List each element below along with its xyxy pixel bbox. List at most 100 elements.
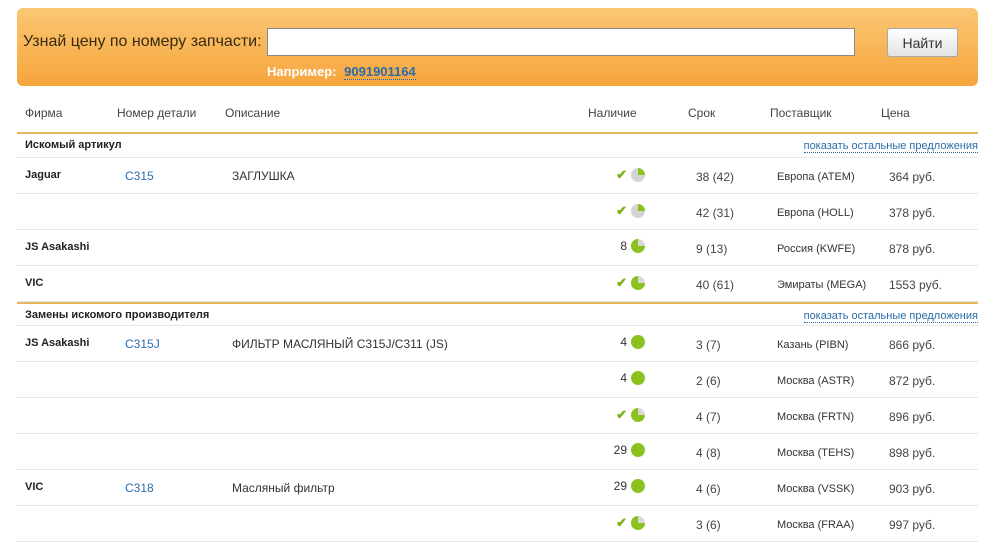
check-icon: ✔ bbox=[616, 167, 627, 182]
supplier: Москва (VSSK) bbox=[777, 483, 855, 495]
header-firm[interactable]: Фирма bbox=[25, 106, 62, 120]
header-term[interactable]: Срок bbox=[688, 106, 715, 120]
stock-pie-icon bbox=[631, 408, 645, 422]
part-number-link[interactable]: C315 bbox=[125, 169, 154, 183]
header-description[interactable]: Описание bbox=[225, 106, 280, 120]
header-availability[interactable]: Наличие bbox=[588, 106, 637, 120]
stock-pie-icon bbox=[631, 204, 645, 218]
supplier: Москва (TEHS) bbox=[777, 447, 855, 459]
part-description: Масляный фильтр bbox=[232, 481, 335, 495]
stock-count: 4 bbox=[620, 335, 627, 349]
supplier: Европа (ATEM) bbox=[777, 171, 855, 183]
availability: 29 bbox=[614, 443, 645, 457]
stock-pie-icon bbox=[631, 239, 645, 253]
table-row[interactable]: Jaguar C315 ЗАГЛУШКА ✔ 38 (42) Европа (ATEM) 3… bbox=[17, 158, 978, 194]
supplier: Москва (FRTN) bbox=[777, 411, 855, 423]
price: 1553 руб. bbox=[889, 278, 942, 292]
stock-pie-icon bbox=[631, 371, 645, 385]
check-icon: ✔ bbox=[616, 407, 627, 422]
search-button[interactable]: Найти bbox=[887, 28, 958, 57]
stock-pie-icon bbox=[631, 276, 645, 290]
delivery-term: 4 (7) bbox=[696, 410, 721, 424]
table-row[interactable]: JS Asakashi 8 9 (13) Россия (KWFE) 878 руб. bbox=[17, 230, 978, 266]
availability: 4 bbox=[620, 371, 645, 385]
supplier: Европа (HOLL) bbox=[777, 207, 854, 219]
supplier: Россия (KWFE) bbox=[777, 243, 856, 255]
availability: 8 bbox=[620, 239, 645, 253]
table-body: Искомый артикул показать остальные предло… bbox=[17, 134, 978, 542]
price: 378 руб. bbox=[889, 206, 936, 220]
price: 866 руб. bbox=[889, 338, 936, 352]
supplier: Казань (PIBN) bbox=[777, 339, 849, 351]
header-number[interactable]: Номер детали bbox=[117, 106, 196, 120]
delivery-term: 9 (13) bbox=[696, 242, 728, 256]
table-row[interactable]: ✔ 42 (31) Европа (HOLL) 378 руб. bbox=[17, 194, 978, 230]
stock-count: 29 bbox=[613, 479, 627, 493]
supplier: Эмираты (MEGA) bbox=[777, 279, 867, 291]
check-icon: ✔ bbox=[616, 203, 627, 218]
price: 364 руб. bbox=[889, 170, 936, 184]
results-table: Фирма Номер детали Описание Наличие Срок… bbox=[17, 96, 978, 542]
table-row[interactable]: 29 4 (8) Москва (TEHS) 898 руб. bbox=[17, 434, 978, 470]
availability: ✔ bbox=[616, 275, 645, 291]
delivery-term: 42 (31) bbox=[696, 206, 735, 220]
table-header: Фирма Номер детали Описание Наличие Срок… bbox=[17, 96, 978, 134]
example-link[interactable]: 9091901164 bbox=[344, 64, 416, 80]
delivery-term: 3 (7) bbox=[696, 338, 721, 352]
table-row[interactable]: ✔ 4 (7) Москва (FRTN) 896 руб. bbox=[17, 398, 978, 434]
stock-pie-icon bbox=[631, 443, 645, 457]
availability: ✔ bbox=[616, 407, 645, 423]
price: 898 руб. bbox=[889, 446, 936, 460]
availability: ✔ bbox=[616, 515, 645, 531]
table-row[interactable]: 4 2 (6) Москва (ASTR) 872 руб. bbox=[17, 362, 978, 398]
delivery-term: 3 (6) bbox=[696, 518, 721, 532]
availability: ✔ bbox=[616, 167, 645, 183]
part-description: ФИЛЬТР МАСЛЯНЫЙ C315J/C311 (JS) bbox=[232, 337, 448, 351]
search-input[interactable] bbox=[267, 28, 855, 56]
availability: 29 bbox=[614, 479, 645, 493]
price: 896 руб. bbox=[889, 410, 936, 424]
stock-count: 8 bbox=[620, 239, 627, 253]
firm-name: JS Asakashi bbox=[25, 337, 90, 349]
search-label: Узнай цену по номеру запчасти: bbox=[23, 33, 262, 50]
check-icon: ✔ bbox=[616, 515, 627, 530]
delivery-term: 38 (42) bbox=[696, 170, 735, 184]
stock-count: 4 bbox=[620, 371, 627, 385]
section-title: Искомый артикул bbox=[25, 139, 122, 151]
section-title: Замены искомого производителя bbox=[25, 309, 210, 321]
price: 878 руб. bbox=[889, 242, 936, 256]
firm-name: VIC bbox=[25, 481, 44, 493]
stock-pie-icon bbox=[631, 479, 645, 493]
part-description: ЗАГЛУШКА bbox=[232, 169, 295, 183]
search-example: Например: 9091901164 bbox=[267, 64, 416, 80]
check-icon: ✔ bbox=[616, 275, 627, 290]
stock-count: 29 bbox=[613, 443, 627, 457]
table-row[interactable]: JS Asakashi C315J ФИЛЬТР МАСЛЯНЫЙ C315J/C3… bbox=[17, 326, 978, 362]
supplier: Москва (ASTR) bbox=[777, 375, 855, 387]
supplier: Москва (FRAA) bbox=[777, 519, 855, 531]
delivery-term: 40 (61) bbox=[696, 278, 735, 292]
section-header: Замены искомого производителя показать ос… bbox=[17, 302, 978, 326]
table-row[interactable]: VIC ✔ 40 (61) Эмираты (MEGA) 1553 руб. bbox=[17, 266, 978, 302]
table-row[interactable]: ✔ 3 (6) Москва (FRAA) 997 руб. bbox=[17, 506, 978, 542]
search-panel: Узнай цену по номеру запчасти: Найти Нап… bbox=[17, 8, 978, 86]
header-supplier[interactable]: Поставщик bbox=[770, 106, 832, 120]
availability: ✔ bbox=[616, 203, 645, 219]
delivery-term: 4 (8) bbox=[696, 446, 721, 460]
part-number-link[interactable]: C318 bbox=[125, 481, 154, 495]
show-other-offers-link[interactable]: показать остальные предложения bbox=[803, 310, 978, 323]
stock-pie-icon bbox=[631, 516, 645, 530]
header-price[interactable]: Цена bbox=[881, 106, 910, 120]
table-row[interactable]: VIC C318 Масляный фильтр 29 4 (6) Москва (VSS… bbox=[17, 470, 978, 506]
show-other-offers-link[interactable]: показать остальные предложения bbox=[803, 140, 978, 153]
delivery-term: 2 (6) bbox=[696, 374, 721, 388]
example-label: Например: bbox=[267, 64, 337, 79]
price: 903 руб. bbox=[889, 482, 936, 496]
price: 997 руб. bbox=[889, 518, 936, 532]
stock-pie-icon bbox=[631, 335, 645, 349]
stock-pie-icon bbox=[631, 168, 645, 182]
firm-name: VIC bbox=[25, 277, 44, 289]
price: 872 руб. bbox=[889, 374, 936, 388]
part-number-link[interactable]: C315J bbox=[125, 337, 160, 351]
firm-name: JS Asakashi bbox=[25, 241, 90, 253]
